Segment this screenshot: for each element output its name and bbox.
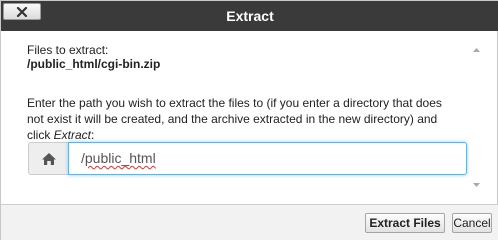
- scroll-down-icon: [472, 183, 480, 187]
- extract-dialog: Extract Files to extract: /public_html/c…: [0, 0, 498, 240]
- content-scrollbar[interactable]: [469, 45, 483, 190]
- instruction-colon: :: [91, 128, 95, 142]
- scroll-up-icon: [472, 48, 480, 52]
- files-to-extract-path: /public_html/cgi-bin.zip: [27, 57, 161, 71]
- extract-path-input[interactable]: /public_html: [68, 142, 467, 175]
- dialog-titlebar: Extract: [1, 1, 498, 31]
- home-icon: [41, 152, 56, 165]
- dialog-title: Extract: [226, 8, 274, 24]
- extract-path-group: /public_html: [28, 142, 467, 175]
- extract-files-button[interactable]: Extract Files: [365, 213, 445, 233]
- extract-instruction: Enter the path you wish to extract the f…: [27, 95, 457, 143]
- files-to-extract-label: Files to extract:: [27, 43, 109, 57]
- cancel-button[interactable]: Cancel: [452, 213, 492, 233]
- scroll-down-button[interactable]: [469, 180, 483, 190]
- instruction-action: Extract: [53, 128, 92, 142]
- scroll-up-button[interactable]: [469, 45, 483, 55]
- home-addon: [28, 142, 68, 175]
- path-value-spell: public_html: [84, 150, 156, 166]
- dialog-footer: Extract Files Cancel: [1, 204, 498, 240]
